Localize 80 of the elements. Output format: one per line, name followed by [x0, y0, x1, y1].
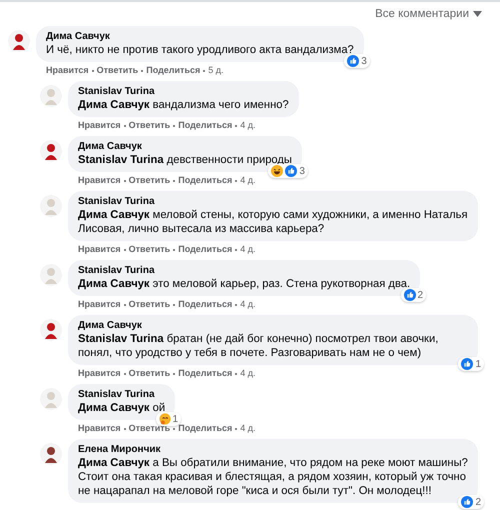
separator-dot [124, 304, 126, 306]
separator-dot [235, 372, 238, 374]
comment-text: Stanislav Turina братан (не дай бог конечно) посмотрел твои авочки, понял, что уродство у тебя в почете. Разговаривать нам не о чем) [78, 332, 440, 360]
separator-dot [235, 180, 238, 182]
comment-action-link[interactable]: Поделиться [178, 299, 232, 310]
comment-action-link[interactable]: Нравится [78, 175, 121, 186]
comment-author[interactable]: Дима Савчук [46, 31, 354, 43]
comment-author[interactable]: Stanislav Turina [78, 265, 410, 277]
thumbs-up-icon [404, 289, 416, 301]
separator-dot [173, 304, 176, 306]
comment-action-link[interactable]: Ответить [128, 244, 170, 255]
comment-time: 4 д. [240, 368, 256, 379]
separator-dot [235, 248, 238, 250]
separator-dot [173, 248, 176, 250]
comment-action-link[interactable]: Нравится [78, 120, 121, 131]
separator-dot [235, 304, 238, 306]
separator-dot [124, 372, 126, 374]
comment-action-link[interactable]: Поделиться [178, 423, 232, 434]
hugging-face-icon [158, 413, 171, 425]
thumbs-up-icon [461, 358, 474, 370]
reaction-badge[interactable]: 3 [268, 164, 308, 178]
comment-time: 4 д. [240, 299, 256, 310]
thumbs-up-icon [285, 165, 298, 177]
reaction-badge[interactable]: 3 [344, 54, 370, 68]
comment-action-link[interactable]: Нравится [78, 299, 121, 310]
comment-action-link[interactable]: Ответить [96, 65, 138, 76]
comment-text: Дима Савчук меловой стены, которую сами художники, а именно Наталья Лисовая, лично вытесала из массива карьера? [78, 208, 468, 236]
caret-icon [473, 11, 482, 17]
comment-time: 5 д. [208, 65, 224, 76]
separator-dot [173, 428, 176, 430]
comment-action-link[interactable]: Поделиться [178, 368, 232, 379]
reaction-badge[interactable]: 2 [458, 495, 484, 509]
comment-author[interactable]: Stanislav Turina [78, 389, 166, 401]
comment-text: Stanislav Turina девственности природы [78, 153, 292, 167]
comment-text: И чё, никто не против такого уродливого акта вандализма? [46, 43, 354, 57]
separator-dot [173, 124, 176, 126]
comment-text: Дима Савчук вандализма чего именно? [78, 98, 289, 112]
comment-action-link[interactable]: Нравится [78, 368, 121, 379]
separator-dot [124, 124, 126, 126]
comment-time: 4 д. [240, 423, 256, 434]
thumbs-up-icon [347, 55, 360, 67]
separator-dot [173, 372, 176, 374]
thumbs-up-icon [461, 496, 474, 508]
comment-time: 4 д. [240, 175, 256, 186]
comment-action-link[interactable]: Ответить [128, 120, 170, 131]
separator-dot [235, 124, 238, 126]
separator-dot [141, 70, 144, 72]
reaction-badge[interactable]: 2 [400, 288, 426, 302]
laughing-face-icon [271, 165, 284, 177]
comment-text: Дима Савчук ой [78, 401, 166, 415]
reaction-badge[interactable]: 1 [156, 412, 182, 426]
separator-dot [203, 70, 206, 72]
comment-time: 4 д. [240, 244, 256, 255]
comment-author[interactable]: Дима Савчук [78, 320, 468, 332]
separator-dot [124, 180, 126, 182]
comment-action-link[interactable]: Поделиться [178, 120, 232, 131]
comment-action-link[interactable]: Ответить [128, 299, 170, 310]
comment-author[interactable]: Дима Савчук [78, 141, 292, 153]
separator-dot [235, 428, 238, 430]
comment-action-link[interactable]: Нравится [78, 244, 121, 255]
comment-action-link[interactable]: Поделиться [178, 244, 232, 255]
separator-dot [124, 248, 126, 250]
comment-filter-dropdown[interactable]: Все комментарии [375, 8, 490, 20]
comment-author[interactable]: Елена Мирончик [78, 444, 468, 456]
separator-dot [124, 428, 126, 430]
comment-author[interactable]: Stanislav Turina [78, 196, 468, 208]
comment-text: Дима Савчук а Вы обратили внимание, что рядом на реке моют машины? Стоит она такая красивая и блестящая, а рядом хозяин, который уж точно не нацарапал на меловой горе "киса и ося были тут". Он молодец!!! [78, 456, 468, 498]
comment-text: Дима Савчук это меловой карьер, раз. Стена рукотворная два. [78, 277, 410, 291]
comment-author[interactable]: Stanislav Turina [78, 86, 289, 98]
reaction-badge[interactable]: 1 [458, 357, 484, 371]
comment-action-link[interactable]: Поделиться [146, 65, 200, 76]
comment-action-link[interactable]: Ответить [128, 175, 170, 186]
comment-action-link[interactable]: Поделиться [178, 175, 232, 186]
separator-dot [92, 70, 94, 72]
separator-dot [173, 180, 176, 182]
comment-action-link[interactable]: Нравится [78, 423, 121, 434]
comment-time: 4 д. [240, 120, 256, 131]
comment-action-link[interactable]: Нравится [46, 65, 89, 76]
comment-action-link[interactable]: Ответить [128, 423, 170, 434]
comment-action-link[interactable]: Ответить [128, 368, 170, 379]
